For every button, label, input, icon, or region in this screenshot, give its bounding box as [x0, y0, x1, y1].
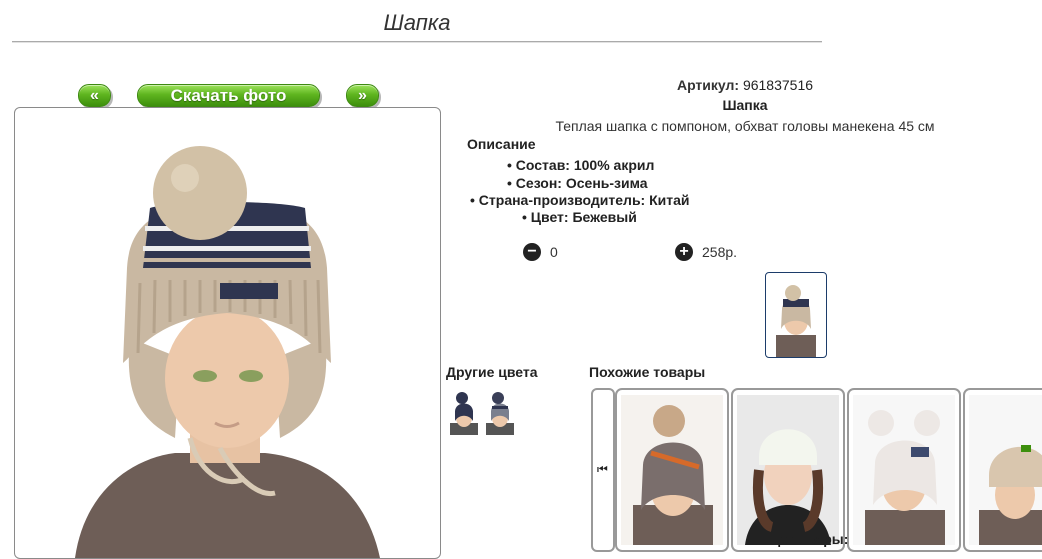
page-title: Шапка: [383, 10, 451, 35]
product-thumbnail[interactable]: [765, 272, 827, 358]
quantity-value: 0: [550, 244, 558, 260]
sku-value: 961837516: [742, 77, 814, 93]
color-option-image: [486, 392, 514, 435]
decrease-quantity-icon[interactable]: −: [523, 243, 541, 261]
similar-heading: Похожие товары: [589, 364, 706, 380]
other-colors-heading: Другие цвета: [446, 364, 538, 380]
product-name: Шапка: [722, 97, 768, 113]
color-option-navy[interactable]: [448, 391, 480, 435]
next-photo-button[interactable]: »: [346, 84, 379, 107]
property-composition: Состав: 100% акрил: [507, 157, 655, 173]
property-color: Цвет: Бежевый: [522, 209, 637, 225]
increase-quantity-icon[interactable]: +: [675, 243, 693, 261]
sku-label: Артикул:: [676, 77, 740, 93]
similar-product-image: [621, 395, 723, 545]
similar-product-card[interactable]: [963, 388, 1042, 552]
details-heading: Описание: [467, 136, 536, 152]
similar-product-card[interactable]: [847, 388, 961, 552]
property-country: Страна-производитель: Китай: [470, 192, 690, 208]
product-photo-frame: [14, 107, 441, 559]
title-divider: [12, 41, 822, 42]
carousel-prev-button[interactable]: ⏮: [591, 388, 615, 552]
color-option-gray[interactable]: [484, 391, 516, 435]
similar-product-image: [969, 395, 1042, 545]
similar-product-image: [853, 395, 955, 545]
similar-product-card[interactable]: [731, 388, 845, 552]
product-description: Теплая шапка с помпоном, обхват головы м…: [555, 118, 935, 134]
thumbnail-image: [776, 285, 816, 357]
property-season: Сезон: Осень-зима: [507, 175, 648, 191]
sku-line: Артикул: 961837516: [455, 77, 1035, 93]
prev-photo-button[interactable]: «: [78, 84, 111, 107]
price-value: 258р.: [702, 244, 738, 260]
download-photo-button[interactable]: Скачать фото: [137, 84, 320, 107]
more-products-label: Ещё товары:: [759, 531, 849, 547]
similar-product-card[interactable]: [615, 388, 729, 552]
skip-back-icon: ⏮: [597, 462, 608, 476]
color-option-image: [450, 392, 478, 435]
product-photo: [75, 146, 380, 558]
similar-product-image: [737, 395, 839, 545]
